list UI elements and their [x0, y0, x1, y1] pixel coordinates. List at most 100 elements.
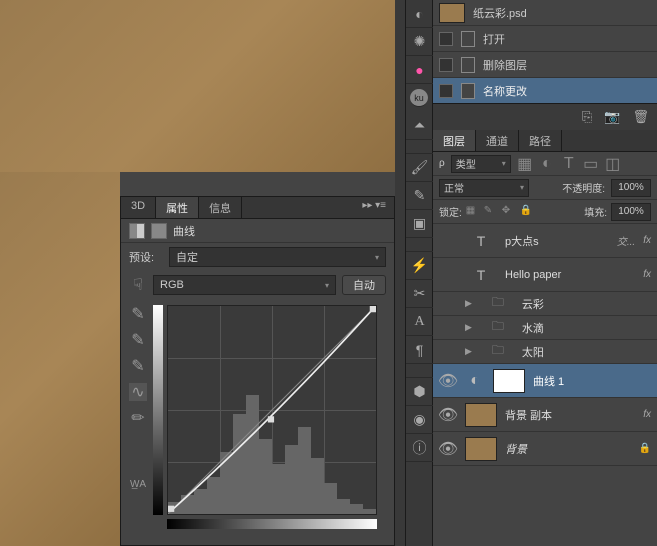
filter-adjust-icon[interactable]: ◐ [539, 156, 555, 172]
canvas-area-below[interactable] [0, 172, 120, 546]
tool-clone-icon[interactable]: ▣ [406, 210, 433, 238]
curve-smooth-icon[interactable]: W̲A [129, 475, 147, 493]
fx-badge[interactable]: fx [643, 235, 651, 246]
history-label: 打开 [483, 31, 505, 47]
eyedropper-black-icon[interactable]: ✎ [129, 305, 147, 323]
lock-all-icon[interactable]: 🔒 [520, 205, 534, 219]
input-gradient [167, 519, 377, 529]
filter-kind-select[interactable]: 类型 ▾ [451, 155, 511, 173]
fill-input[interactable]: 100% [611, 203, 651, 221]
tool-item[interactable]: ◐ [406, 0, 433, 28]
lock-position-icon[interactable]: ✥ [502, 205, 516, 219]
visibility-toggle[interactable] [439, 343, 457, 361]
tool-item[interactable]: ⚡ [406, 252, 433, 280]
curves-graph[interactable] [167, 305, 377, 515]
create-doc-icon[interactable]: ⎘ [582, 109, 592, 125]
snapshot-thumb [439, 3, 465, 23]
history-step[interactable]: 打开 [433, 26, 657, 52]
fx-badge[interactable]: fx [643, 409, 651, 420]
tool-item[interactable]: ◉ [406, 406, 433, 434]
history-step[interactable]: 名称更改 [433, 78, 657, 104]
tab-layers[interactable]: 图层 [433, 130, 476, 151]
tab-3d[interactable]: 3D [121, 197, 156, 218]
tab-properties[interactable]: 属性 [156, 197, 199, 218]
curve-path[interactable] [168, 306, 376, 514]
layer-row[interactable]: 👁 背景 🔒 [433, 432, 657, 466]
tool-info-icon[interactable]: ⓘ [406, 434, 433, 462]
preset-select[interactable]: 自定 ▾ [169, 247, 386, 267]
visibility-toggle[interactable] [439, 319, 457, 337]
chevron-down-icon: ▾ [325, 281, 329, 290]
document-icon [461, 31, 475, 47]
eyedropper-gray-icon[interactable]: ✎ [129, 331, 147, 349]
layer-name: 背景 [505, 441, 631, 457]
layer-group-row[interactable]: ▶ 🗀 水滴 [433, 316, 657, 340]
tool-kuler-icon[interactable]: ku [410, 89, 428, 107]
layer-name: Hello paper [505, 269, 635, 281]
layer-row[interactable]: T Hello paper fx [433, 258, 657, 292]
opacity-input[interactable]: 100% [611, 179, 651, 197]
history-step[interactable]: 删除图层 [433, 52, 657, 78]
panel-collapse-strip[interactable] [395, 0, 406, 546]
expand-arrow-icon[interactable]: ▶ [465, 322, 472, 333]
lock-pixels-icon[interactable]: ✎ [484, 205, 498, 219]
eyedropper-white-icon[interactable]: ✎ [129, 357, 147, 375]
tool-brush-icon[interactable]: 🖌 [406, 154, 433, 182]
panel-menu-icon[interactable]: ▸▸ ▾≡ [354, 197, 394, 218]
expand-arrow-icon[interactable]: ▶ [465, 346, 472, 357]
mask-thumb[interactable] [493, 369, 525, 393]
checkbox[interactable] [439, 84, 453, 98]
chevron-down-icon: ▾ [502, 159, 506, 168]
filter-pixel-icon[interactable]: ▦ [517, 156, 533, 172]
layer-group-row[interactable]: ▶ 🗀 云彩 [433, 292, 657, 316]
layer-group-row[interactable]: ▶ 🗀 太阳 [433, 340, 657, 364]
tool-paragraph-icon[interactable]: ¶ [406, 336, 433, 364]
layer-row[interactable]: 👁 ◐ 曲线 1 [433, 364, 657, 398]
auto-button[interactable]: 自动 [342, 275, 386, 295]
visibility-toggle[interactable] [439, 266, 457, 284]
history-snapshot[interactable]: 纸云彩.psd [433, 0, 657, 26]
filter-smart-icon[interactable]: ◫ [605, 156, 621, 172]
fx-badge[interactable]: fx [643, 269, 651, 280]
trash-icon[interactable]: 🗑 [632, 109, 649, 125]
lock-transparency-icon[interactable]: ▦ [466, 205, 480, 219]
layer-list: T p大点s 交... fx T Hello paper fx ▶ 🗀 云彩 ▶… [433, 224, 657, 466]
layer-row[interactable]: T p大点s 交... fx [433, 224, 657, 258]
tool-item[interactable]: ✂ [406, 280, 433, 308]
tool-3d-icon[interactable]: ⬢ [406, 378, 433, 406]
visibility-toggle[interactable] [439, 232, 457, 250]
curve-point-tool-icon[interactable]: ∿ [129, 383, 147, 401]
blend-mode-select[interactable]: 正常 ▾ [439, 179, 529, 197]
visibility-toggle[interactable]: 👁 [439, 372, 457, 390]
checkbox[interactable] [439, 58, 453, 72]
visibility-toggle[interactable] [439, 295, 457, 313]
canvas-area[interactable] [0, 0, 395, 172]
tool-wheel-icon[interactable]: ✺ [406, 28, 433, 56]
tab-channels[interactable]: 通道 [476, 130, 519, 151]
finger-tool-icon[interactable]: ☟ [129, 276, 147, 294]
channel-value: RGB [160, 279, 184, 291]
layer-extra: 交... [617, 233, 635, 248]
visibility-toggle[interactable]: 👁 [439, 440, 457, 458]
visibility-toggle[interactable]: 👁 [439, 406, 457, 424]
layer-thumb[interactable] [465, 403, 497, 427]
curve-draw-tool-icon[interactable]: ✏ [129, 409, 147, 427]
tab-info[interactable]: 信息 [199, 197, 242, 218]
filter-shape-icon[interactable]: ▭ [583, 156, 599, 172]
filter-text-icon[interactable]: T [561, 156, 577, 172]
layer-name: 太阳 [522, 344, 651, 360]
curves-eyedroppers: ✎ ✎ ✎ ∿ ✏ W̲A [129, 305, 149, 515]
expand-arrow-icon[interactable]: ▶ [465, 298, 472, 309]
layer-row[interactable]: 👁 背景 副本 fx [433, 398, 657, 432]
camera-icon[interactable]: 📷 [604, 109, 620, 125]
layer-thumb[interactable] [465, 437, 497, 461]
history-label: 删除图层 [483, 57, 527, 73]
tab-paths[interactable]: 路径 [519, 130, 562, 151]
checkbox[interactable] [439, 32, 453, 46]
tool-text-icon[interactable]: A [406, 308, 433, 336]
tool-item[interactable]: ⏶ [406, 112, 433, 140]
channel-select[interactable]: RGB ▾ [153, 275, 336, 295]
adjustment-title: 曲线 [173, 223, 195, 239]
tool-item[interactable]: ✎ [406, 182, 433, 210]
tool-color-icon[interactable]: ● [406, 56, 433, 84]
